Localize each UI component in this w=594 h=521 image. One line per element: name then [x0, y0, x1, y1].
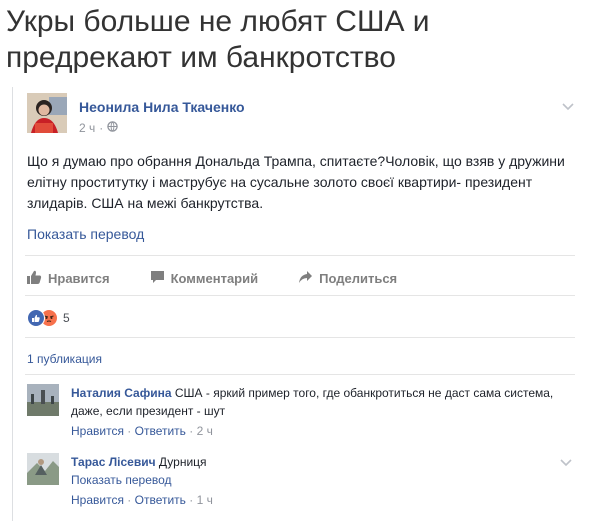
commenter-name-link[interactable]: Наталия Сафина — [71, 386, 172, 400]
post-actions: Нравится Комментарий Поделиться — [27, 267, 567, 289]
separator: · — [189, 493, 194, 507]
commenter-name-link[interactable]: Тарас Лісевич — [71, 455, 156, 469]
comment-timestamp[interactable]: 2 ч — [197, 424, 213, 438]
like-label: Нравится — [48, 270, 110, 286]
comment-body: Тарас Лісевич Дурниця Показать перевод Н… — [71, 453, 561, 509]
divider — [25, 374, 575, 375]
chevron-down-icon[interactable] — [561, 99, 575, 111]
post-text: Що я думаю про обрання Дональда Трампа, … — [27, 153, 565, 211]
globe-icon — [107, 121, 118, 135]
author-avatar[interactable] — [27, 93, 67, 133]
post-meta: 2 ч · — [79, 121, 118, 135]
thumbs-up-icon — [27, 270, 42, 287]
share-label: Поделиться — [319, 270, 398, 286]
separator: · — [127, 493, 132, 507]
share-button[interactable]: Поделиться — [298, 270, 397, 287]
reactions-summary[interactable]: 5 — [27, 309, 70, 327]
comment-like-link[interactable]: Нравится — [71, 424, 124, 438]
speech-bubble-icon — [150, 270, 165, 287]
comment-text: Дурниця — [158, 455, 207, 469]
comment-reply-link[interactable]: Ответить — [135, 493, 186, 507]
shares-count-link[interactable]: 1 публикация — [27, 352, 102, 366]
comment-body: Наталия Сафина США - яркий пример того, … — [71, 384, 561, 440]
separator: · — [127, 424, 132, 438]
comment-timestamp[interactable]: 1 ч — [197, 493, 213, 507]
comment-label: Комментарий — [170, 270, 259, 286]
separator: · — [189, 424, 194, 438]
post-timestamp[interactable]: 2 ч — [79, 121, 95, 135]
post-author-link[interactable]: Неонила Нила Ткаченко — [79, 99, 245, 115]
comment-reply-link[interactable]: Ответить — [135, 424, 186, 438]
commenter-avatar[interactable] — [27, 453, 59, 485]
comment-tools: Нравится · Ответить · 2 ч — [71, 422, 561, 440]
show-translation-link[interactable]: Показать перевод — [71, 471, 561, 489]
divider — [25, 295, 575, 296]
comment-button[interactable]: Комментарий — [150, 270, 259, 287]
article-headline: Укры больше не любят США и предрекают им… — [6, 5, 430, 74]
like-reaction-icon — [27, 309, 45, 327]
comment-tools: Нравится · Ответить · 1 ч — [71, 491, 561, 509]
like-button[interactable]: Нравится — [27, 270, 110, 287]
share-arrow-icon — [298, 270, 313, 287]
dot-separator: · — [99, 121, 104, 135]
facebook-post: Неонила Нила Ткаченко 2 ч · Що я думаю п… — [12, 87, 583, 521]
commenter-avatar[interactable] — [27, 384, 59, 416]
chevron-down-icon[interactable] — [559, 455, 573, 473]
divider — [25, 255, 575, 256]
comment-like-link[interactable]: Нравится — [71, 493, 124, 507]
divider — [25, 337, 575, 338]
reaction-count: 5 — [63, 311, 70, 325]
show-translation-link[interactable]: Показать перевод — [27, 226, 144, 242]
